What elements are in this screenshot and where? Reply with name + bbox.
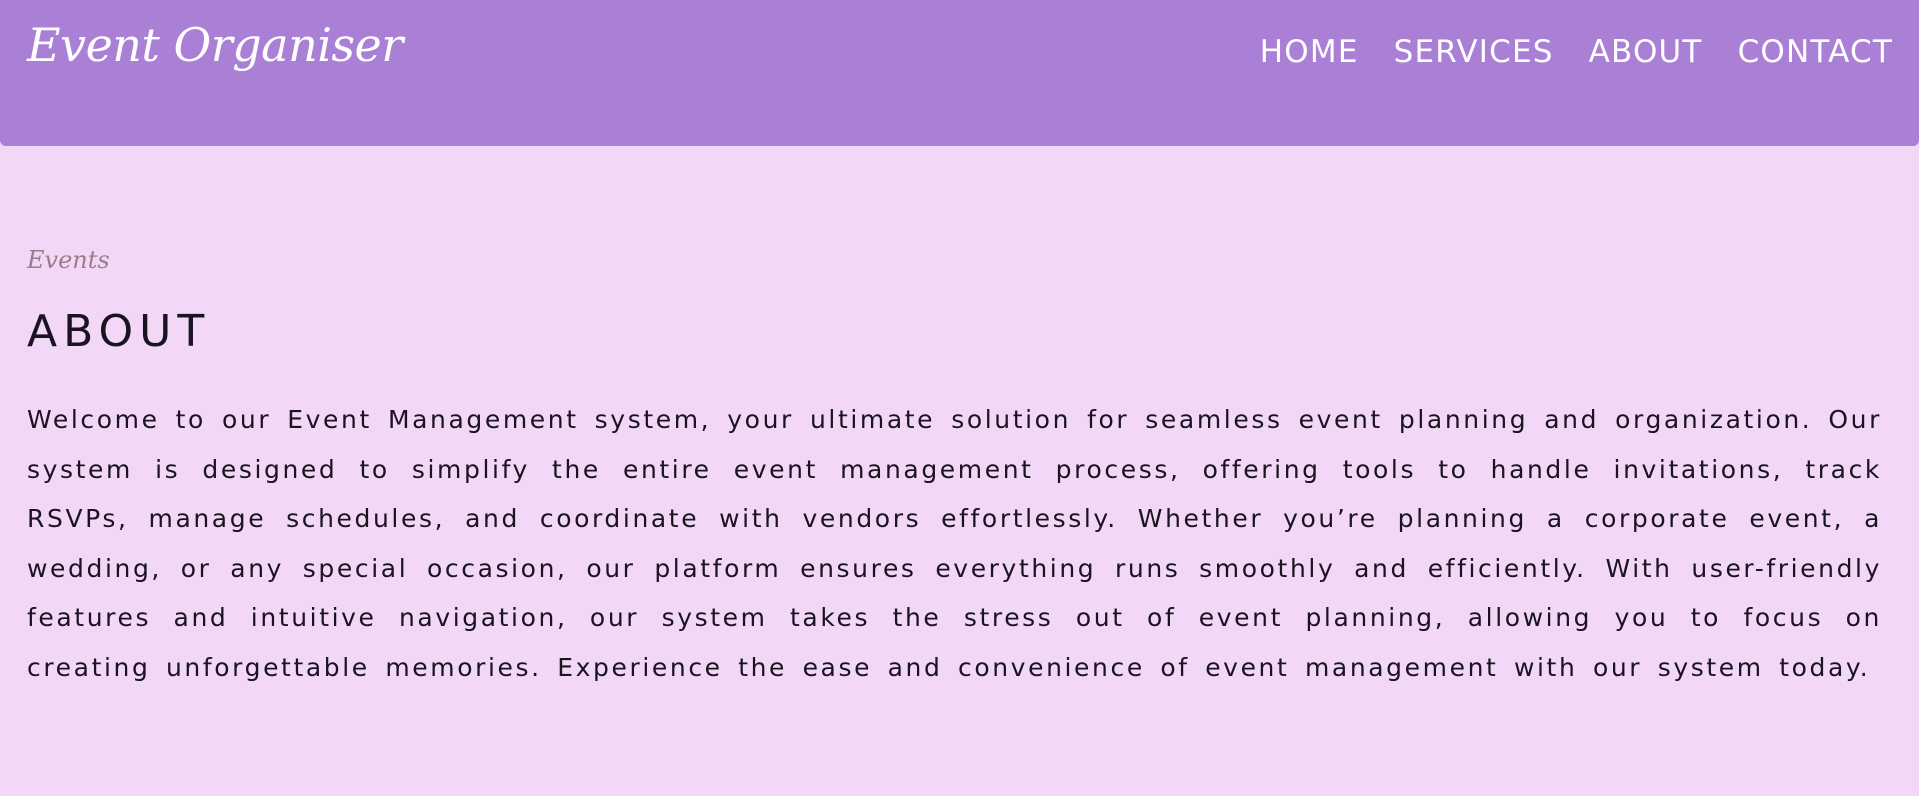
- nav-contact-link[interactable]: CONTACT: [1738, 37, 1893, 68]
- brand-logo[interactable]: Event Organiser: [27, 22, 403, 68]
- about-paragraph: Welcome to our Event Management system, …: [27, 405, 1882, 682]
- about-section: Events ABOUT Welcome to our Event Manage…: [27, 248, 1882, 692]
- nav-about-link[interactable]: ABOUT: [1589, 37, 1703, 68]
- main-nav: HOME SERVICES ABOUT CONTACT: [1260, 37, 1893, 68]
- section-eyebrow: Events: [27, 246, 110, 274]
- nav-services-link[interactable]: SERVICES: [1394, 37, 1554, 68]
- section-title: ABOUT: [27, 306, 211, 357]
- nav-home-link[interactable]: HOME: [1260, 37, 1359, 68]
- site-header: Event Organiser HOME SERVICES ABOUT CONT…: [0, 0, 1919, 146]
